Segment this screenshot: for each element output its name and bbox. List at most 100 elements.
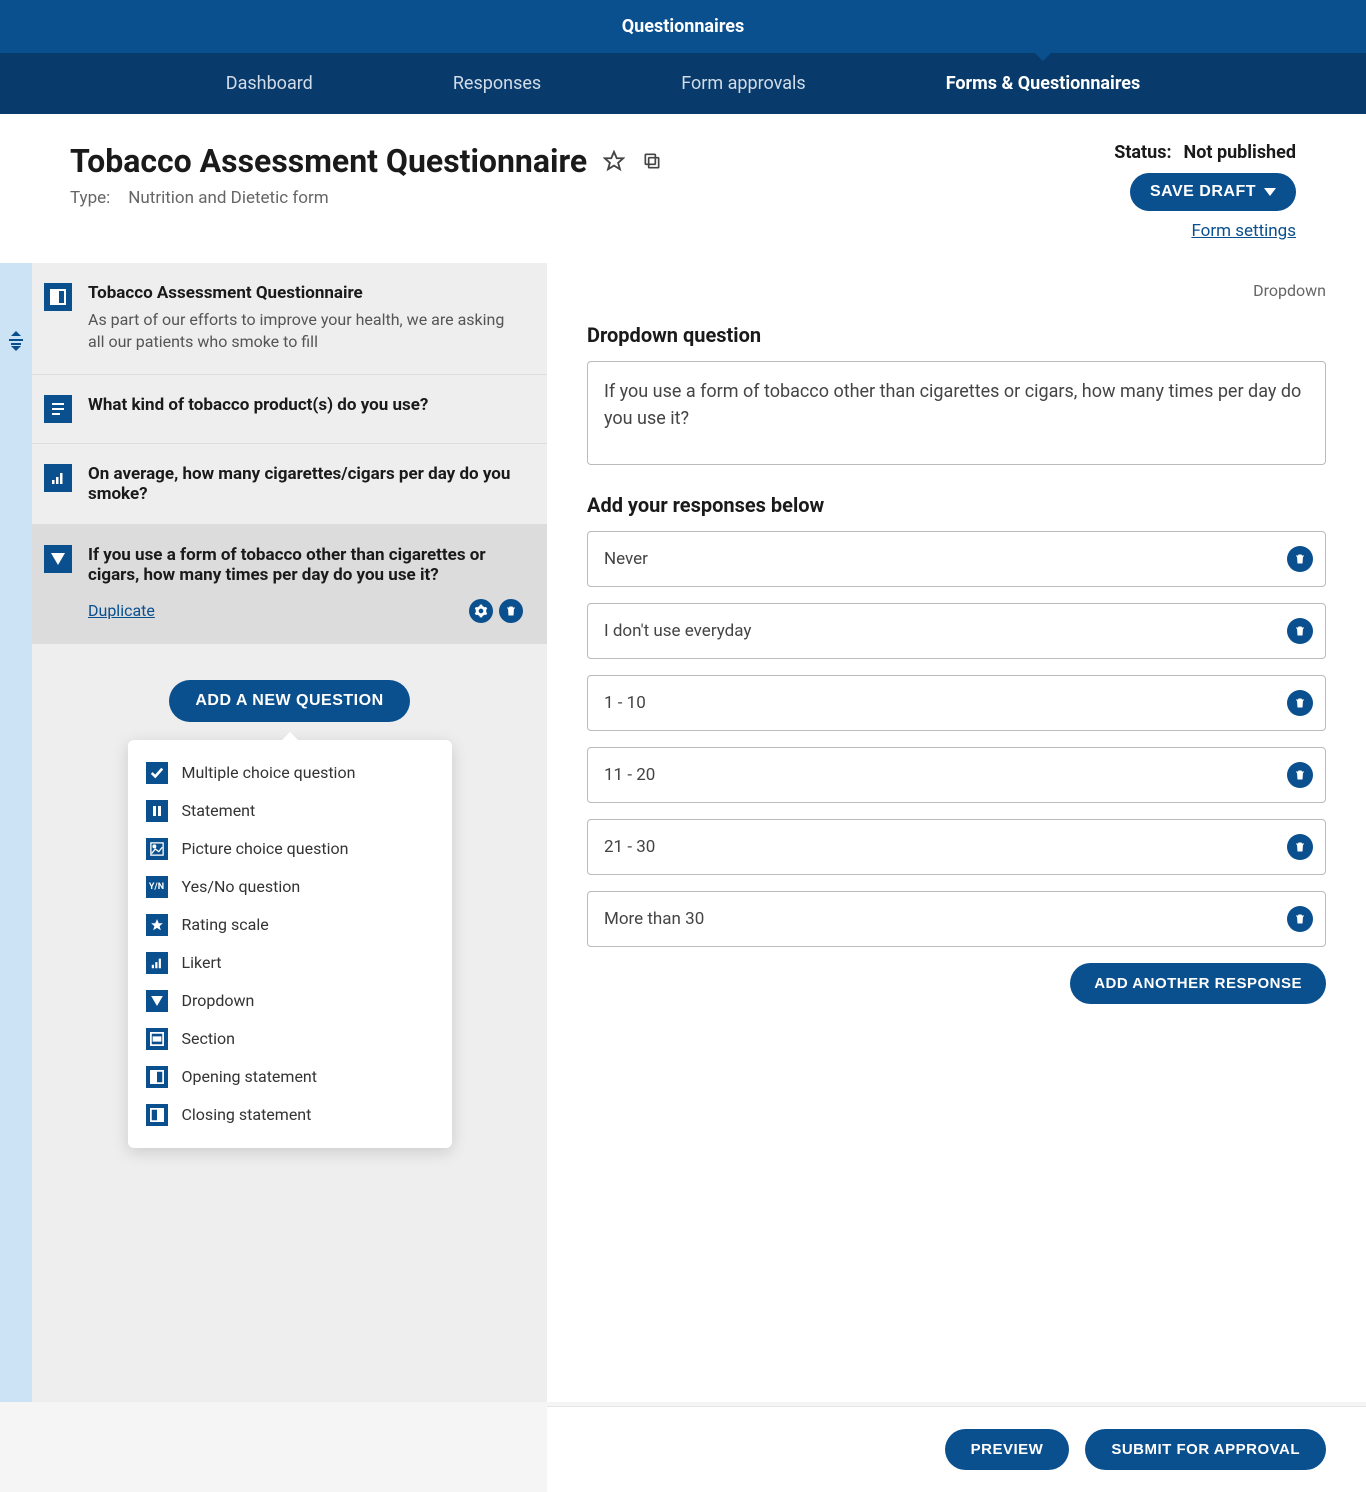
response-item[interactable]: 1 - 10 xyxy=(587,675,1326,731)
question-editor: Dropdown Dropdown question If you use a … xyxy=(547,263,1366,1402)
menu-item-rating-scale[interactable]: Rating scale xyxy=(128,906,452,944)
footer-bar: PREVIEW SUBMIT FOR APPROVAL xyxy=(547,1406,1366,1492)
status-label: Status: xyxy=(1114,142,1171,163)
response-text: More than 30 xyxy=(604,909,1287,929)
bars-icon xyxy=(146,952,168,974)
triangle-icon xyxy=(146,990,168,1012)
menu-item-statement[interactable]: Statement xyxy=(128,792,452,830)
question-item-content: On average, how many cigarettes/cigars p… xyxy=(88,464,523,504)
question-item-content: Tobacco Assessment Questionnaire As part… xyxy=(88,283,523,354)
nav-responses[interactable]: Responses xyxy=(443,53,551,114)
section-icon xyxy=(146,1028,168,1050)
header-left: Tobacco Assessment Questionnaire Type: N… xyxy=(70,142,663,208)
question-item-subtitle: As part of our efforts to improve your h… xyxy=(88,309,523,354)
save-draft-label: SAVE DRAFT xyxy=(1150,183,1256,201)
question-type-menu: Multiple choice question Statement Pictu… xyxy=(128,740,452,1148)
delete-response-button[interactable] xyxy=(1287,546,1313,572)
reorder-icon[interactable] xyxy=(8,331,24,355)
menu-item-section[interactable]: Section xyxy=(128,1020,452,1058)
response-text: I don't use everyday xyxy=(604,621,1287,641)
menu-item-closing-statement[interactable]: Closing statement xyxy=(128,1096,452,1134)
delete-response-button[interactable] xyxy=(1287,834,1313,860)
question-actions-row: Duplicate xyxy=(88,599,523,623)
title-row: Tobacco Assessment Questionnaire xyxy=(70,142,663,180)
question-item-2[interactable]: What kind of tobacco product(s) do you u… xyxy=(32,375,547,444)
type-row: Type: Nutrition and Dietetic form xyxy=(70,188,663,208)
response-text: Never xyxy=(604,549,1287,569)
top-bar: Questionnaires xyxy=(0,0,1366,53)
menu-item-opening-statement[interactable]: Opening statement xyxy=(128,1058,452,1096)
response-text: 21 - 30 xyxy=(604,837,1287,857)
check-icon xyxy=(146,762,168,784)
opening-statement-icon xyxy=(44,283,72,311)
menu-item-picture-choice[interactable]: Picture choice question xyxy=(128,830,452,868)
menu-item-label: Rating scale xyxy=(182,915,269,934)
closing-icon xyxy=(146,1104,168,1126)
menu-item-dropdown[interactable]: Dropdown xyxy=(128,982,452,1020)
question-action-icons xyxy=(469,599,523,623)
question-item-3[interactable]: On average, how many cigarettes/cigars p… xyxy=(32,444,547,525)
type-label: Type: xyxy=(70,188,110,208)
question-item-1[interactable]: Tobacco Assessment Questionnaire As part… xyxy=(32,263,547,375)
response-item[interactable]: I don't use everyday xyxy=(587,603,1326,659)
response-item[interactable]: More than 30 xyxy=(587,891,1326,947)
menu-item-yes-no[interactable]: Y/N Yes/No question xyxy=(128,868,452,906)
question-item-content: What kind of tobacco product(s) do you u… xyxy=(88,395,523,423)
menu-item-label: Opening statement xyxy=(182,1067,318,1086)
response-item[interactable]: 21 - 30 xyxy=(587,819,1326,875)
delete-response-button[interactable] xyxy=(1287,618,1313,644)
delete-response-button[interactable] xyxy=(1287,690,1313,716)
editor-type-label: Dropdown xyxy=(1253,281,1326,300)
pause-icon xyxy=(146,800,168,822)
response-text: 1 - 10 xyxy=(604,693,1287,713)
menu-item-label: Statement xyxy=(182,801,256,820)
menu-item-multiple-choice[interactable]: Multiple choice question xyxy=(128,754,452,792)
form-settings-link[interactable]: Form settings xyxy=(1191,221,1296,241)
chevron-down-icon xyxy=(1264,188,1276,196)
header-right: Status: Not published SAVE DRAFT Form se… xyxy=(1114,142,1296,241)
status-value: Not published xyxy=(1184,142,1296,163)
delete-response-button[interactable] xyxy=(1287,762,1313,788)
menu-item-label: Multiple choice question xyxy=(182,763,356,782)
question-item-title: What kind of tobacco product(s) do you u… xyxy=(88,395,523,415)
yn-icon: Y/N xyxy=(146,876,168,898)
dropdown-icon xyxy=(44,545,72,573)
response-item[interactable]: 11 - 20 xyxy=(587,747,1326,803)
menu-item-label: Likert xyxy=(182,953,222,972)
submit-approval-button[interactable]: SUBMIT FOR APPROVAL xyxy=(1085,1429,1326,1470)
add-question-area: ADD A NEW QUESTION Multiple choice quest… xyxy=(32,644,547,1148)
star-icon xyxy=(146,914,168,936)
question-item-title: Tobacco Assessment Questionnaire xyxy=(88,283,523,303)
nav-forms-questionnaires[interactable]: Forms & Questionnaires xyxy=(936,53,1151,114)
question-text-input[interactable]: If you use a form of tobacco other than … xyxy=(587,361,1326,465)
question-section-title: Dropdown question xyxy=(587,323,1326,347)
question-item-4[interactable]: If you use a form of tobacco other than … xyxy=(32,525,547,644)
duplicate-link[interactable]: Duplicate xyxy=(88,601,155,620)
add-question-button[interactable]: ADD A NEW QUESTION xyxy=(169,680,409,722)
question-item-title: If you use a form of tobacco other than … xyxy=(88,545,523,585)
nav-form-approvals[interactable]: Form approvals xyxy=(671,53,816,114)
question-item-title: On average, how many cigarettes/cigars p… xyxy=(88,464,523,504)
save-draft-button[interactable]: SAVE DRAFT xyxy=(1130,173,1296,211)
type-value: Nutrition and Dietetic form xyxy=(128,188,328,208)
main-container: Tobacco Assessment Questionnaire As part… xyxy=(0,263,1366,1402)
menu-item-label: Yes/No question xyxy=(182,877,301,896)
menu-item-label: Section xyxy=(182,1029,235,1048)
response-item[interactable]: Never xyxy=(587,531,1326,587)
menu-item-likert[interactable]: Likert xyxy=(128,944,452,982)
top-bar-title: Questionnaires xyxy=(622,16,744,37)
delete-response-button[interactable] xyxy=(1287,906,1313,932)
statement-icon xyxy=(44,395,72,423)
preview-button[interactable]: PREVIEW xyxy=(945,1429,1070,1470)
add-response-button[interactable]: ADD ANOTHER RESPONSE xyxy=(1070,963,1326,1004)
copy-icon[interactable] xyxy=(641,150,663,172)
page-header: Tobacco Assessment Questionnaire Type: N… xyxy=(0,114,1366,263)
question-item-content: If you use a form of tobacco other than … xyxy=(88,545,523,623)
opening-icon xyxy=(146,1066,168,1088)
star-icon[interactable] xyxy=(603,150,625,172)
response-text: 11 - 20 xyxy=(604,765,1287,785)
nav-dashboard[interactable]: Dashboard xyxy=(216,53,323,114)
add-response-row: ADD ANOTHER RESPONSE xyxy=(587,963,1326,1004)
gear-icon[interactable] xyxy=(469,599,493,623)
trash-icon[interactable] xyxy=(499,599,523,623)
